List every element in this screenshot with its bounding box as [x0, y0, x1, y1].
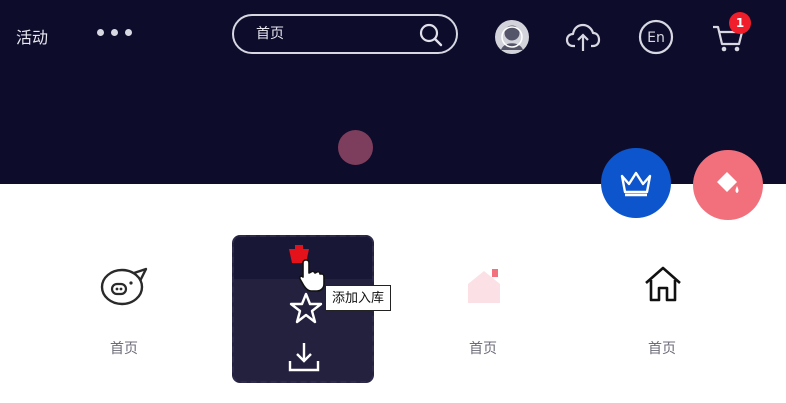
vip-button[interactable] [601, 148, 671, 218]
language-label: En [647, 30, 665, 46]
search-input[interactable] [256, 23, 416, 45]
download-icon[interactable] [287, 341, 321, 373]
pig-icon [100, 267, 148, 306]
nav-activity-link[interactable]: 活动 [16, 24, 48, 48]
language-toggle[interactable]: En [638, 19, 674, 55]
paint-bucket-icon [717, 172, 739, 193]
house-icon [645, 266, 681, 302]
loading-dot [338, 130, 373, 165]
star-icon[interactable] [289, 292, 323, 324]
tile-label: 首页 [469, 341, 497, 357]
house-pink-icon [468, 269, 500, 303]
top-header: 活动 En 1 [0, 0, 786, 184]
theme-paint-button[interactable] [693, 150, 763, 220]
more-menu-icon[interactable] [97, 29, 132, 36]
tile-label: 首页 [648, 341, 676, 357]
cart-count-badge: 1 [729, 12, 751, 34]
cloud-upload-icon[interactable] [565, 19, 601, 55]
search-icon[interactable] [418, 22, 444, 48]
crown-icon [620, 171, 652, 197]
search-box [232, 14, 458, 54]
tile-label: 首页 [110, 341, 138, 357]
hand-cursor-icon [298, 259, 325, 292]
add-to-library-tooltip: 添加入库 [325, 285, 392, 311]
avatar[interactable] [494, 19, 530, 55]
